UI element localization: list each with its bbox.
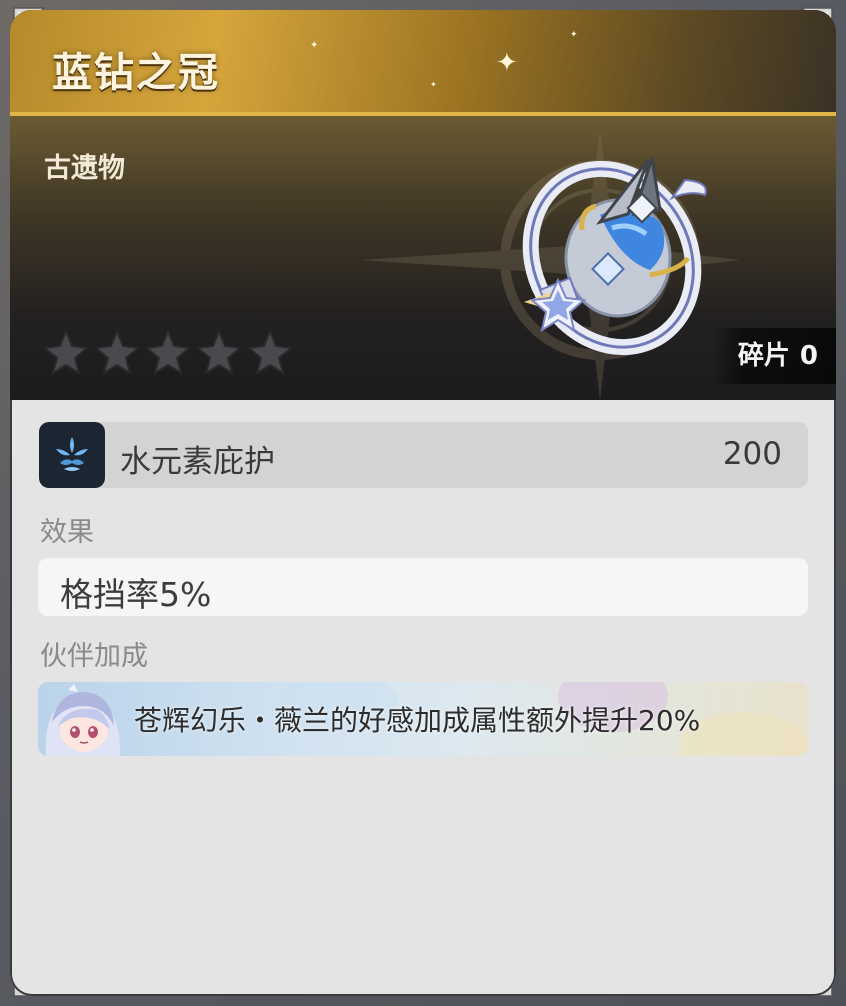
rarity-star-icon bbox=[146, 330, 190, 374]
item-detail-card: ✦ ✦ ✦ ✦ 蓝钻之冠 古遗物 碎片 0 水元素庇护 200 效果 格挡率5%… bbox=[10, 10, 836, 996]
character-portrait-icon bbox=[45, 684, 121, 756]
main-stat-row: 水元素庇护 200 bbox=[39, 422, 808, 488]
effect-box: 格挡率5% bbox=[38, 558, 808, 616]
sparkle-icon: ✦ bbox=[430, 80, 437, 89]
fragment-counter: 碎片 0 bbox=[711, 328, 836, 384]
rarity-star-icon bbox=[248, 330, 292, 374]
stat-name: 水元素庇护 bbox=[120, 444, 275, 480]
hydro-element-icon bbox=[39, 422, 105, 488]
fragment-label: 碎片 bbox=[737, 341, 790, 371]
partner-bonus-text: 苍辉幻乐・薇兰的好感加成属性额外提升20% bbox=[134, 704, 701, 737]
item-header: ✦ ✦ ✦ ✦ 蓝钻之冠 古遗物 碎片 0 bbox=[10, 10, 836, 400]
effect-text: 格挡率5% bbox=[60, 575, 212, 614]
item-title: 蓝钻之冠 bbox=[52, 50, 220, 96]
sparkle-icon: ✦ bbox=[570, 30, 578, 40]
rarity-star-icon bbox=[95, 330, 139, 374]
partner-bonus-section-label: 伙伴加成 bbox=[40, 641, 148, 672]
item-category: 古遗物 bbox=[44, 153, 125, 184]
title-band: ✦ ✦ ✦ ✦ 蓝钻之冠 bbox=[10, 10, 836, 116]
blue-diamond-crown-icon bbox=[522, 157, 707, 356]
sparkle-icon: ✦ bbox=[496, 48, 518, 78]
rarity-stars bbox=[42, 328, 294, 376]
fragment-count: 0 bbox=[799, 341, 818, 371]
rarity-star-icon bbox=[44, 330, 88, 374]
sparkle-icon: ✦ bbox=[310, 40, 319, 51]
stat-value: 200 bbox=[722, 436, 782, 472]
effect-section-label: 效果 bbox=[40, 517, 94, 548]
rarity-star-icon bbox=[197, 330, 241, 374]
partner-bonus-banner: 苍辉幻乐・薇兰的好感加成属性额外提升20% bbox=[38, 682, 808, 756]
